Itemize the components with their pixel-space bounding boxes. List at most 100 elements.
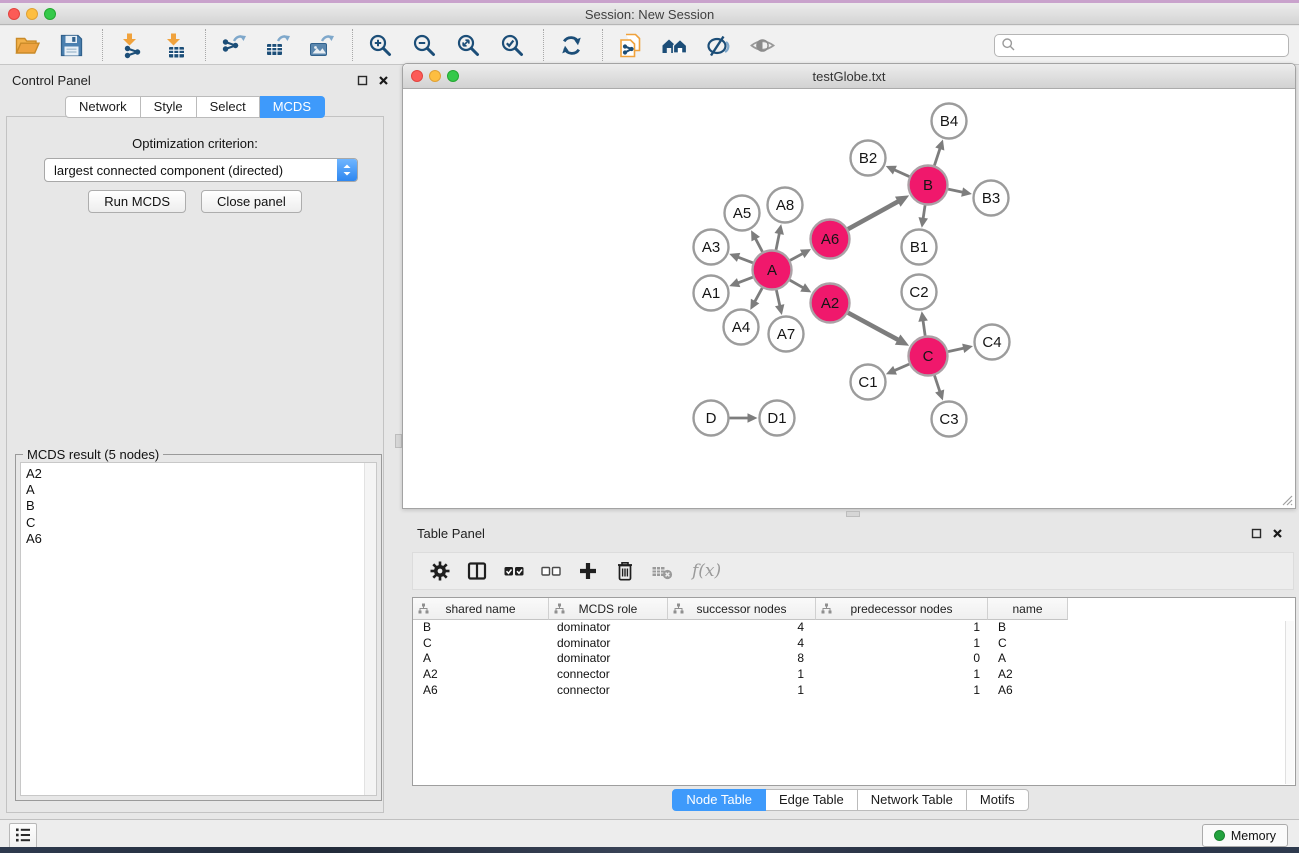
tab-mcds[interactable]: MCDS xyxy=(260,96,325,118)
zoom-out-icon[interactable] xyxy=(409,30,440,61)
column-header-name[interactable]: name xyxy=(988,598,1068,620)
table-cell[interactable]: A2 xyxy=(988,667,1068,683)
tab-network-table[interactable]: Network Table xyxy=(858,789,967,811)
graph-node-B1[interactable]: B1 xyxy=(902,230,937,265)
tab-network[interactable]: Network xyxy=(65,96,141,118)
window-resize-gripper[interactable] xyxy=(1279,492,1293,506)
tab-motifs[interactable]: Motifs xyxy=(967,789,1029,811)
table-cell[interactable]: A6 xyxy=(988,683,1068,699)
graph-edge-A-A3[interactable] xyxy=(737,257,753,263)
graph-edge-B-B4[interactable] xyxy=(934,147,940,165)
table-cell[interactable]: 1 xyxy=(816,667,988,683)
graph-node-A5[interactable]: A5 xyxy=(725,196,760,231)
table-cell[interactable]: A2 xyxy=(413,667,549,683)
function-builder-button[interactable]: f(x) xyxy=(692,561,721,581)
table-cell[interactable]: A xyxy=(988,651,1068,667)
table-cell[interactable]: 1 xyxy=(816,620,988,636)
table-cell[interactable]: connector xyxy=(549,683,668,699)
table-row-C[interactable]: Cdominator41C xyxy=(413,636,1295,652)
mcds-result-item[interactable]: A6 xyxy=(21,531,376,547)
table-cell[interactable]: C xyxy=(413,636,549,652)
graph-edge-B-B3[interactable] xyxy=(948,189,964,192)
table-cell[interactable]: 1 xyxy=(668,667,816,683)
table-cell[interactable]: B xyxy=(988,620,1068,636)
table-cell[interactable]: connector xyxy=(549,667,668,683)
graph-node-A7[interactable]: A7 xyxy=(769,317,804,352)
graph-edge-C-C2[interactable] xyxy=(923,319,925,335)
import-network-icon[interactable] xyxy=(115,30,146,61)
table-cell[interactable]: B xyxy=(413,620,549,636)
export-image-icon[interactable] xyxy=(306,30,337,61)
column-header-mcds-role[interactable]: MCDS role xyxy=(549,598,668,620)
graph-node-A1[interactable]: A1 xyxy=(694,276,729,311)
graph-node-A3[interactable]: A3 xyxy=(694,230,729,265)
search-field[interactable] xyxy=(994,34,1289,57)
table-cell[interactable]: C xyxy=(988,636,1068,652)
graph-node-C[interactable]: C xyxy=(909,337,948,376)
zoom-fit-icon[interactable] xyxy=(453,30,484,61)
export-table-icon[interactable] xyxy=(262,30,293,61)
table-cell[interactable]: dominator xyxy=(549,636,668,652)
memory-button[interactable]: Memory xyxy=(1202,824,1288,847)
table-cell[interactable]: 4 xyxy=(668,636,816,652)
network-window-titlebar[interactable]: testGlobe.txt xyxy=(403,64,1295,89)
tab-select[interactable]: Select xyxy=(197,96,260,118)
graph-edge-A-A2[interactable] xyxy=(790,280,805,288)
graph-edge-A-A6[interactable] xyxy=(790,253,804,260)
tab-edge-table[interactable]: Edge Table xyxy=(766,789,858,811)
import-table-icon[interactable] xyxy=(159,30,190,61)
tab-style[interactable]: Style xyxy=(141,96,197,118)
mcds-result-list[interactable]: A2ABCA6 xyxy=(20,462,377,796)
graph-edge-A-A4[interactable] xyxy=(754,288,762,303)
table-cell[interactable]: 0 xyxy=(816,651,988,667)
mcds-result-item[interactable]: A xyxy=(21,482,376,498)
table-cell[interactable]: 8 xyxy=(668,651,816,667)
graphics-details-eye-icon[interactable] xyxy=(747,30,778,61)
delete-table-icon[interactable] xyxy=(651,560,673,582)
graph-node-A[interactable]: A xyxy=(753,251,792,290)
zoom-selected-icon[interactable] xyxy=(497,30,528,61)
graph-edge-A2-C[interactable] xyxy=(848,313,899,341)
table-scrollbar[interactable] xyxy=(1285,621,1294,784)
graph-node-B2[interactable]: B2 xyxy=(851,141,886,176)
mcds-result-item[interactable]: C xyxy=(21,515,376,531)
graph-node-A4[interactable]: A4 xyxy=(724,310,759,345)
style-eye-icon[interactable] xyxy=(703,30,734,61)
table-cell[interactable]: 1 xyxy=(816,636,988,652)
new-network-from-selection-icon[interactable] xyxy=(615,30,646,61)
run-mcds-button[interactable]: Run MCDS xyxy=(88,190,186,213)
delete-column-trash-icon[interactable] xyxy=(614,560,636,582)
table-cell[interactable]: 1 xyxy=(668,683,816,699)
split-panel-icon[interactable] xyxy=(466,560,488,582)
table-row-A[interactable]: Adominator80A xyxy=(413,651,1295,667)
table-row-B[interactable]: Bdominator41B xyxy=(413,620,1295,636)
graph-edge-A-A5[interactable] xyxy=(755,237,763,252)
column-header-shared-name[interactable]: shared name xyxy=(413,598,549,620)
table-row-A6[interactable]: A6connector11A6 xyxy=(413,683,1295,699)
apply-layout-icon[interactable] xyxy=(556,30,587,61)
horizontal-splitter-handle[interactable] xyxy=(846,511,860,517)
graph-edge-C-C1[interactable] xyxy=(893,364,909,371)
graph-node-A8[interactable]: A8 xyxy=(768,188,803,223)
table-cell[interactable]: 4 xyxy=(668,620,816,636)
close-table-panel-icon[interactable] xyxy=(1271,527,1284,540)
graph-node-A2[interactable]: A2 xyxy=(811,284,850,323)
graph-node-D[interactable]: D xyxy=(694,401,729,436)
mcds-list-scrollbar[interactable] xyxy=(364,463,376,795)
graph-edge-A-A1[interactable] xyxy=(737,277,753,283)
home-first-neighbors-icon[interactable] xyxy=(659,30,690,61)
table-cell[interactable]: dominator xyxy=(549,651,668,667)
graph-node-B[interactable]: B xyxy=(909,166,948,205)
unselect-all-columns-icon[interactable] xyxy=(540,560,562,582)
float-panel-icon[interactable] xyxy=(356,74,369,87)
graph-node-C4[interactable]: C4 xyxy=(975,325,1010,360)
tab-node-table[interactable]: Node Table xyxy=(672,789,766,811)
graph-edge-B-B1[interactable] xyxy=(923,205,925,219)
column-header-predecessor-nodes[interactable]: predecessor nodes xyxy=(816,598,988,620)
graph-edge-B-B2[interactable] xyxy=(893,169,909,176)
close-panel-icon[interactable] xyxy=(377,74,390,87)
select-all-columns-icon[interactable] xyxy=(503,560,525,582)
network-canvas[interactable]: B4B2BB3A5A8A6A3B1AC2A1A2A4A7C4CC1C3DD1 xyxy=(403,89,1295,508)
graph-node-C2[interactable]: C2 xyxy=(902,275,937,310)
save-session-icon[interactable] xyxy=(56,30,87,61)
